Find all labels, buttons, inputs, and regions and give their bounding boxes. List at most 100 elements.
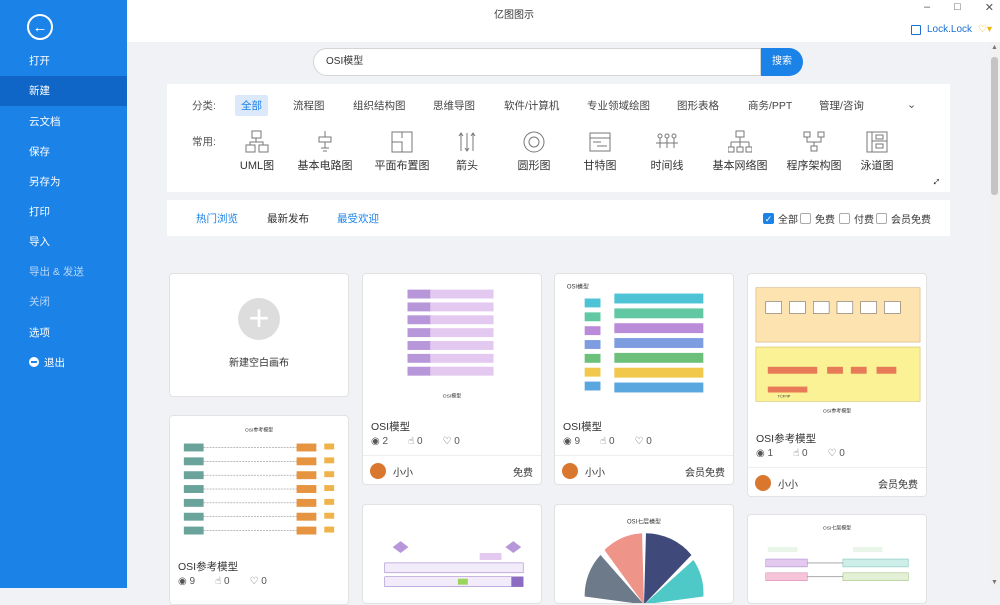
template-card[interactable]: OSI七层模型 <box>554 504 734 604</box>
common-item-network[interactable]: 基本网络图 <box>705 130 775 173</box>
sidebar-item-open[interactable]: 打开 <box>0 46 127 76</box>
sidebar-item-exit[interactable]: 退出 <box>0 348 127 378</box>
category-flowchart[interactable]: 流程图 <box>287 95 331 116</box>
filter-paid-checkbox[interactable]: 付费 <box>839 211 874 226</box>
template-thumbnail: OSI模型 <box>567 283 704 393</box>
search-input[interactable]: OSI模型 <box>313 48 761 76</box>
window-title: 亿图图示 <box>494 10 534 21</box>
back-arrow-icon[interactable]: ← <box>27 14 53 40</box>
template-card[interactable]: OSI模型 OSI模型 ◉ 2 ☝ 0 ♡ 0 小小 免费 <box>362 273 542 485</box>
tab-newest[interactable]: 最新发布 <box>267 211 309 226</box>
collapse-arrows-icon[interactable]: ↕ <box>930 174 944 188</box>
sidebar-item-save-as[interactable]: 另存为 <box>0 167 127 197</box>
thumbnail-title: OSI参考模型 <box>823 407 851 414</box>
user-name[interactable]: Lock.Lock <box>927 24 972 35</box>
author-name: 小小 <box>393 468 413 479</box>
card-title: OSI模型 <box>371 421 411 433</box>
favorites-count: ♡ 0 <box>827 448 845 459</box>
sidebar-item-options[interactable]: 选项 <box>0 318 127 348</box>
card-stats: ◉ 2 ☝ 0 ♡ 0 <box>371 436 460 447</box>
category-business-ppt[interactable]: 商务/PPT <box>742 95 798 116</box>
category-all[interactable]: 全部 <box>235 95 268 116</box>
maximize-icon[interactable]: □ <box>954 1 961 14</box>
expand-chevron-icon[interactable]: ⌄ <box>907 98 916 111</box>
minimize-icon[interactable]: – <box>924 1 930 14</box>
search-button[interactable]: 搜索 <box>761 48 803 76</box>
price-label: 会员免费 <box>878 480 918 491</box>
sidebar-item-new[interactable]: 新建 <box>0 76 127 106</box>
feedback-icon[interactable] <box>910 24 921 35</box>
tab-most-liked[interactable]: 最受欢迎 <box>337 211 379 226</box>
circuit-icon <box>318 131 332 152</box>
scroll-thumb[interactable] <box>991 57 998 195</box>
favorites-count: ♡ 0 <box>634 436 652 447</box>
common-item-timeline[interactable]: 时间线 <box>632 130 702 173</box>
gantt-icon <box>589 132 611 152</box>
tab-popular[interactable]: 热门浏览 <box>196 211 238 226</box>
common-item-arrow[interactable]: 箭头 <box>432 130 502 173</box>
common-item-gantt[interactable]: 甘特图 <box>565 130 635 173</box>
filter-all-checkbox[interactable]: ✓ 全部 <box>763 211 798 226</box>
template-card[interactable]: OSI参考模型 OSI参考模型 ◉ 9 ☝ 0 ♡ 0 <box>169 415 349 605</box>
template-thumbnail: OSI七层模型 <box>584 517 704 603</box>
sidebar-item-export[interactable]: 导出 & 发送 <box>0 257 127 287</box>
likes-count: ☝ 0 <box>408 436 423 447</box>
card-stats: ◉ 9 ☝ 0 ♡ 0 <box>178 576 267 587</box>
card-title: OSI参考模型 <box>178 561 239 573</box>
card-title: 新建空白画布 <box>229 358 289 369</box>
category-professional[interactable]: 专业领域绘图 <box>581 95 656 116</box>
main-content: OSI模型 搜索 分类: 全部 流程图 组织结构图 思维导图 软件/计算机 专业… <box>127 42 989 605</box>
close-icon[interactable]: ✕ <box>985 1 994 14</box>
thumbnail-title: OSI七层模型 <box>823 524 851 531</box>
category-graphic-table[interactable]: 图形表格 <box>671 95 725 116</box>
vertical-scrollbar[interactable]: ▲ ▼ <box>989 42 1000 588</box>
sidebar-item-import[interactable]: 导入 <box>0 227 127 257</box>
category-panel: 分类: 全部 流程图 组织结构图 思维导图 软件/计算机 专业领域绘图 图形表格… <box>167 84 950 192</box>
template-card[interactable] <box>362 504 542 604</box>
scroll-up-icon[interactable]: ▲ <box>991 44 998 51</box>
common-label: 常用: <box>192 136 216 148</box>
sort-tabs: 热门浏览 最新发布 最受欢迎 ✓ 全部 免费 付费 会员免费 <box>167 200 950 236</box>
avatar <box>562 463 578 479</box>
card-stats: ◉ 1 ☝ 0 ♡ 0 <box>756 448 845 459</box>
arrow-shape-icon <box>458 132 476 152</box>
author-name: 小小 <box>778 480 798 491</box>
category-org-chart[interactable]: 组织结构图 <box>347 95 412 116</box>
network-icon <box>728 130 752 153</box>
likes-count: ☝ 0 <box>600 436 615 447</box>
sidebar-item-print[interactable]: 打印 <box>0 197 127 227</box>
common-item-uml[interactable]: UML图 <box>222 130 292 173</box>
card-footer: 小小 会员免费 <box>555 455 733 484</box>
category-mindmap[interactable]: 思维导图 <box>427 95 481 116</box>
sidebar-item-close[interactable]: 关闭 <box>0 287 127 317</box>
sidebar-item-cloud[interactable]: 云文档 <box>0 107 127 137</box>
favorites-count: ♡ 0 <box>442 436 460 447</box>
card-footer: 小小 免费 <box>363 455 541 484</box>
scroll-down-icon[interactable]: ▼ <box>991 579 998 586</box>
common-item-circuit[interactable]: 基本电路图 <box>290 130 360 173</box>
category-software[interactable]: 软件/计算机 <box>498 95 565 116</box>
floor-plan-icon <box>391 131 413 153</box>
template-thumbnail: TCP/IP OSI参考模型 <box>755 287 921 414</box>
common-item-circle[interactable]: 圆形图 <box>499 130 569 173</box>
new-blank-canvas-card[interactable]: + 新建空白画布 <box>169 273 349 397</box>
common-item-floor-plan[interactable]: 平面布置图 <box>367 130 437 173</box>
common-item-architecture[interactable]: 程序架构图 <box>779 130 849 173</box>
template-card[interactable]: OSI七层模型 <box>747 514 927 604</box>
views-count: ◉ 1 <box>756 448 774 459</box>
views-count: ◉ 2 <box>371 436 389 447</box>
filter-member-checkbox[interactable]: 会员免费 <box>876 211 931 226</box>
vip-badge-icon: ♡▾ <box>978 24 992 35</box>
likes-count: ☝ 0 <box>793 448 808 459</box>
sidebar-item-save[interactable]: 保存 <box>0 137 127 167</box>
template-card[interactable]: TCP/IP OSI参考模型 OSI参考模型 ◉ 1 ☝ 0 ♡ 0 小小 会员免费 <box>747 273 927 497</box>
template-thumbnail <box>384 541 524 587</box>
category-management[interactable]: 管理/咨询 <box>813 95 870 116</box>
template-card[interactable]: OSI模型 OSI模型 ◉ 9 ☝ 0 ♡ 0 小小 会员免费 <box>554 273 734 485</box>
sidebar: ← 打开 新建 云文档 保存 另存为 打印 导入 导出 & 发送 关闭 选项 退… <box>0 0 127 588</box>
common-item-swimlane[interactable]: 泳道图 <box>842 130 912 173</box>
title-bar: 亿图图示 – □ ✕ Lock.Lock ♡▾ <box>127 0 1000 42</box>
filter-free-checkbox[interactable]: 免费 <box>800 211 835 226</box>
thumbnail-title: OSI模型 <box>567 283 589 291</box>
avatar <box>755 475 771 491</box>
